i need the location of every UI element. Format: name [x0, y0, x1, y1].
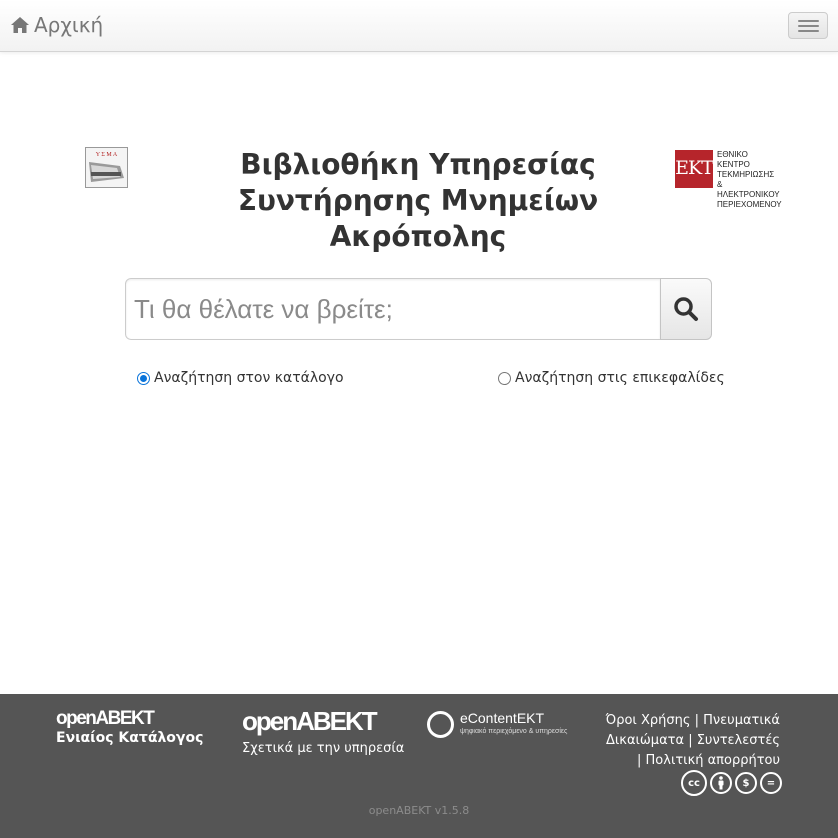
search-button[interactable] — [660, 278, 712, 340]
ekt-logo-mark: ΕΚΤ — [675, 150, 714, 188]
ekt-logo-line: ΗΛΕΚΤΡΟΝΙΚΟΥ — [717, 190, 780, 199]
ekt-logo: ΕΚΤ ΕΘΝΙΚΟ ΚΕΝΤΡΟ ΤΕΚΜΗΡΙΩΣΗΣ & ΗΛΕΚΤΡΟΝ… — [675, 148, 782, 209]
title-line: Συντήρησης Μνημείων — [237, 184, 599, 217]
privacy-link[interactable]: Πολιτική απορρήτου — [646, 753, 780, 768]
home-link-label: Αρχική — [34, 13, 104, 37]
hamburger-menu-icon — [798, 20, 819, 22]
link-separator: | — [637, 753, 646, 768]
license-badge[interactable]: cc $ = — [681, 770, 785, 796]
cc-icon: cc — [681, 770, 707, 796]
home-link[interactable]: Αρχική — [10, 13, 103, 37]
hamburger-line — [798, 30, 819, 32]
title-line: Ακρόπολης — [329, 220, 507, 253]
version-label: openABEKT v1.5.8 — [368, 804, 470, 817]
link-separator: | — [688, 733, 697, 748]
hamburger-line — [798, 25, 819, 27]
econtent-tagline: ψηφιακό περιεχόμενο & υπηρεσίες — [460, 728, 568, 735]
footer: openABEKT Ενιαίος Κατάλογος openABEKT Σχ… — [0, 694, 838, 838]
econtent-ring-icon — [427, 711, 454, 738]
radio-catalog-option[interactable]: Αναζήτηση στον κατάλογο — [137, 370, 344, 386]
nd-icon: = — [760, 772, 782, 794]
econtent-name: eContentEKT — [460, 710, 545, 726]
ysma-logo-text: Υ Σ Μ Α — [96, 152, 118, 158]
home-icon — [11, 17, 29, 33]
by-icon — [710, 772, 732, 794]
radio-catalog[interactable] — [137, 371, 150, 385]
credits-link[interactable]: Συντελεστές — [697, 733, 780, 748]
top-navbar: Αρχική — [0, 0, 838, 52]
econtent-logo[interactable]: eContentEKT ψηφιακό περιεχόμενο & υπηρεσ… — [427, 709, 597, 739]
menu-toggle-button[interactable] — [788, 12, 828, 39]
search-bar — [125, 278, 712, 340]
link-separator: | — [694, 713, 704, 728]
title-line: Βιβλιοθήκη Υπηρεσίας — [240, 148, 596, 181]
radio-catalog-label: Αναζήτηση στον κατάλογο — [154, 370, 344, 386]
terms-link[interactable]: Όροι Χρήσης — [606, 713, 691, 728]
radio-headings-label: Αναζήτηση στις επικεφαλίδες — [515, 370, 725, 386]
ekt-logo-line: ΤΕΚΜΗΡΙΩΣΗΣ & — [717, 170, 775, 189]
ekt-logo-mark-text: ΕΚΤ — [675, 157, 714, 179]
radio-headings[interactable] — [498, 371, 511, 385]
footer-links: Όροι Χρήσης | Πνευματικά Δικαιώματα | Συ… — [596, 711, 780, 771]
footer-brand-catalog[interactable]: openABEKT — [56, 708, 155, 730]
footer-catalog-link[interactable]: Ενιαίος Κατάλογος — [56, 730, 203, 746]
radio-headings-option[interactable]: Αναζήτηση στις επικεφαλίδες — [498, 370, 725, 386]
ekt-logo-text: ΕΘΝΙΚΟ ΚΕΝΤΡΟ ΤΕΚΜΗΡΙΩΣΗΣ & ΗΛΕΚΤΡΟΝΙΚΟΥ… — [717, 150, 782, 210]
search-input[interactable] — [125, 278, 661, 340]
footer-about-link[interactable]: Σχετικά με την υπηρεσία — [242, 741, 404, 756]
footer-brand-about[interactable]: openABEKT — [242, 706, 378, 737]
page-title: Βιβλιοθήκη Υπηρεσίας Συντήρησης Μνημείων… — [230, 147, 606, 255]
ekt-logo-line: ΕΘΝΙΚΟ ΚΕΝΤΡΟ — [717, 150, 750, 169]
ysma-logo: Υ Σ Μ Α — [85, 147, 128, 188]
search-icon — [674, 297, 698, 321]
ekt-logo-line: ΠΕΡΙΕΧΟΜΕΝΟΥ — [717, 200, 782, 209]
nc-icon: $ — [735, 772, 757, 794]
